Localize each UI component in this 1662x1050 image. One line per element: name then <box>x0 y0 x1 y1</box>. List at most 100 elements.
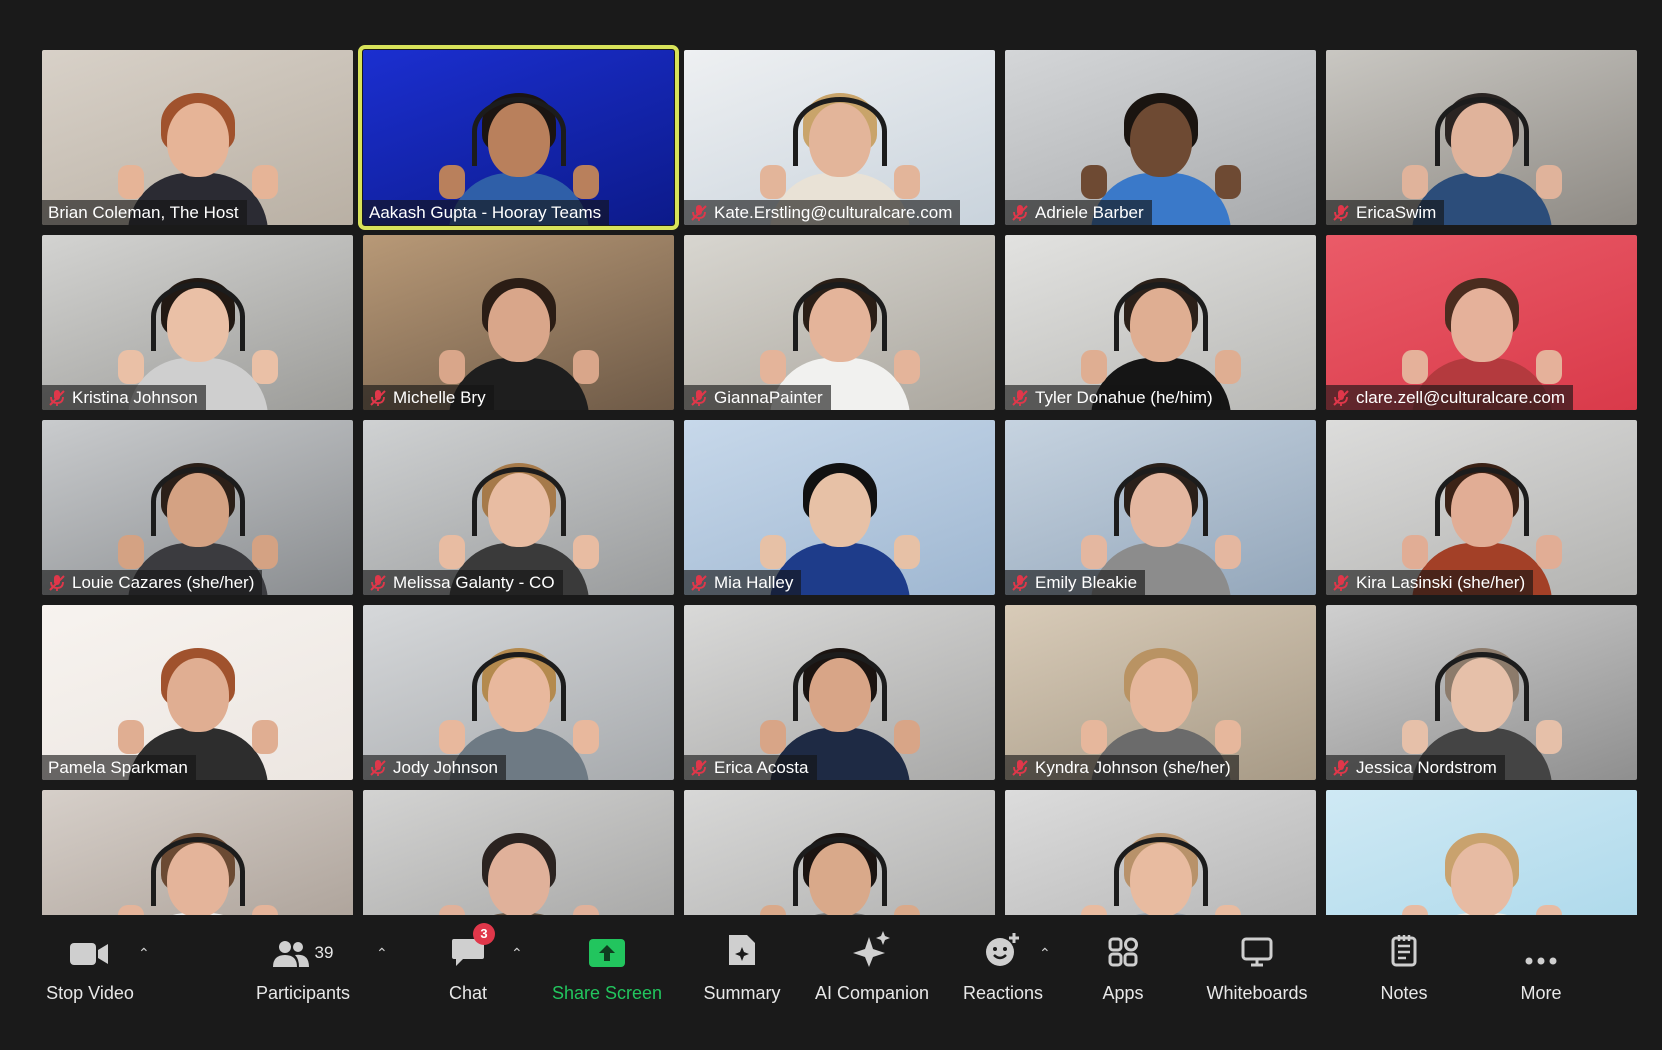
mic-off-icon <box>1011 389 1029 407</box>
participant-name: EricaSwim <box>1356 203 1437 222</box>
chat-button[interactable]: 3 Chat <box>438 915 498 1015</box>
participant-name-tag: Brian Coleman, The Host <box>42 200 247 225</box>
participant-name-tag: Kate.Erstling@culturalcare.com <box>684 200 961 225</box>
smiley-plus-icon <box>986 933 1019 966</box>
participant-tile[interactable]: Erica Acosta <box>684 605 995 780</box>
participant-name-tag: Kristina Johnson <box>42 385 206 410</box>
mic-off-icon <box>690 759 708 777</box>
mic-off-icon <box>1332 574 1350 592</box>
participant-name-tag: clare.zell@culturalcare.com <box>1326 385 1574 410</box>
participant-tile[interactable]: Jessica Nordstrom <box>1326 605 1637 780</box>
participant-name: Pamela Sparkman <box>48 758 188 777</box>
participant-name: Adriele Barber <box>1035 203 1144 222</box>
participant-tile[interactable]: Louie Cazares (she/her) <box>42 420 353 595</box>
participant-name: Erica Acosta <box>714 758 809 777</box>
participant-tile[interactable]: Emily Bleakie <box>1005 420 1316 595</box>
mic-off-icon <box>1332 204 1350 222</box>
participant-tile[interactable]: Kate.Erstling@culturalcare.com <box>684 50 995 225</box>
participant-name-tag: Tyler Donahue (he/him) <box>1005 385 1221 410</box>
video-grid: Brian Coleman, The Host Aakash Gupta - Ho… <box>42 45 1637 965</box>
participants-options-caret-icon[interactable]: ⌃ <box>376 945 388 962</box>
participant-tile[interactable]: Pamela Sparkman <box>42 605 353 780</box>
mic-off-icon <box>48 574 66 592</box>
participant-name: Kira Lasinski (she/her) <box>1356 573 1526 592</box>
participant-name: Jody Johnson <box>393 758 498 777</box>
notes-button[interactable]: Notes <box>1376 915 1432 1015</box>
ai-companion-button[interactable]: AI Companion <box>812 915 932 1015</box>
chat-unread-badge: 3 <box>473 923 495 945</box>
reactions-label: Reactions <box>962 983 1044 1003</box>
video-options-caret-icon[interactable]: ⌃ <box>138 945 150 962</box>
mic-off-icon <box>690 389 708 407</box>
mic-off-icon <box>369 759 387 777</box>
participant-tile[interactable]: Aakash Gupta - Hooray Teams <box>358 45 679 230</box>
chat-options-caret-icon[interactable]: ⌃ <box>511 945 523 962</box>
ai-companion-label: AI Companion <box>814 983 930 1003</box>
participant-tile[interactable]: Adriele Barber <box>1005 50 1316 225</box>
participant-name: Louie Cazares (she/her) <box>72 573 255 592</box>
participant-name: Melissa Galanty - CO <box>393 573 555 592</box>
mic-off-icon <box>690 204 708 222</box>
participant-name-tag: Kyndra Johnson (she/her) <box>1005 755 1239 780</box>
participants-button[interactable]: 39 Participants <box>248 915 358 1015</box>
participant-name: Kate.Erstling@culturalcare.com <box>714 203 953 222</box>
apps-label: Apps <box>1102 983 1144 1003</box>
participant-tile[interactable]: Tyler Donahue (he/him) <box>1005 235 1316 410</box>
share-screen-label: Share Screen <box>551 983 663 1003</box>
participant-tile[interactable]: Melissa Galanty - CO <box>363 420 674 595</box>
video-camera-icon <box>70 915 110 967</box>
notes-label: Notes <box>1380 983 1428 1003</box>
stop-video-button[interactable]: Stop Video <box>40 915 140 1015</box>
reactions-options-caret-icon[interactable]: ⌃ <box>1039 945 1051 962</box>
sparkle-icon <box>853 931 890 967</box>
stop-video-label: Stop Video <box>46 983 134 1003</box>
participant-tile[interactable]: Michelle Bry <box>363 235 674 410</box>
mic-off-icon <box>1011 574 1029 592</box>
participant-name: Emily Bleakie <box>1035 573 1138 592</box>
participant-name-tag: Pamela Sparkman <box>42 755 196 780</box>
participant-tile[interactable]: Kira Lasinski (she/her) <box>1326 420 1637 595</box>
participant-tile[interactable]: GiannaPainter <box>684 235 995 410</box>
participant-tile[interactable]: EricaSwim <box>1326 50 1637 225</box>
participant-tile[interactable]: clare.zell@culturalcare.com <box>1326 235 1637 410</box>
chat-label: Chat <box>448 983 488 1003</box>
whiteboards-button[interactable]: Whiteboards <box>1200 915 1314 1015</box>
more-label: More <box>1520 983 1562 1003</box>
participants-count: 39 <box>314 943 334 962</box>
participant-name: Kristina Johnson <box>72 388 198 407</box>
mic-off-icon <box>690 574 708 592</box>
participant-tile[interactable]: Kyndra Johnson (she/her) <box>1005 605 1316 780</box>
more-button[interactable]: More <box>1516 915 1566 1015</box>
participant-name-tag: Melissa Galanty - CO <box>363 570 563 595</box>
mic-off-icon <box>1332 389 1350 407</box>
mic-off-icon <box>1011 204 1029 222</box>
summary-doc-icon <box>729 935 755 965</box>
summary-button[interactable]: Summary <box>700 915 784 1015</box>
mic-off-icon <box>48 389 66 407</box>
participant-tile[interactable]: Mia Halley <box>684 420 995 595</box>
mic-off-icon <box>1011 759 1029 777</box>
participant-name: Brian Coleman, The Host <box>48 203 239 222</box>
mic-off-icon <box>369 574 387 592</box>
ellipsis-icon <box>1525 957 1557 965</box>
apps-icon <box>1108 937 1138 967</box>
people-icon <box>272 941 309 967</box>
reactions-button[interactable]: Reactions <box>962 915 1044 1015</box>
participant-name-tag: Louie Cazares (she/her) <box>42 570 263 595</box>
participant-name: Mia Halley <box>714 573 794 592</box>
whiteboard-icon <box>1241 937 1273 967</box>
participant-name: clare.zell@culturalcare.com <box>1356 388 1566 407</box>
mic-off-icon <box>1332 759 1350 777</box>
participant-name-tag: Adriele Barber <box>1005 200 1152 225</box>
participant-name-tag: Jody Johnson <box>363 755 506 780</box>
share-screen-button[interactable]: Share Screen <box>552 915 662 1015</box>
mic-off-icon <box>369 389 387 407</box>
participant-tile[interactable]: Brian Coleman, The Host <box>42 50 353 225</box>
participant-name: Michelle Bry <box>393 388 486 407</box>
participant-name-tag: Aakash Gupta - Hooray Teams <box>363 200 610 225</box>
participant-tile[interactable]: Kristina Johnson <box>42 235 353 410</box>
apps-button[interactable]: Apps <box>1098 915 1148 1015</box>
share-screen-icon <box>589 939 625 967</box>
participant-tile[interactable]: Jody Johnson <box>363 605 674 780</box>
participant-name-tag: Emily Bleakie <box>1005 570 1146 595</box>
